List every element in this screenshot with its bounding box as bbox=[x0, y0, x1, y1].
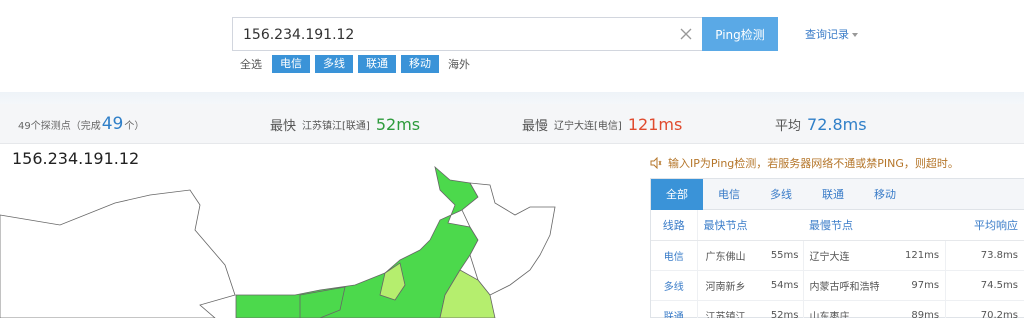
row-fast-node: 江苏镇江 bbox=[697, 300, 759, 318]
table-header-row: 线路 最快节点 最慢节点 平均响应 bbox=[651, 210, 1024, 241]
speaker-icon bbox=[650, 157, 662, 169]
header-average: 平均响应 bbox=[945, 210, 1024, 241]
probe-done-count: 49 bbox=[101, 114, 124, 134]
row-avg: 74.5ms bbox=[945, 270, 1024, 301]
notice-text: 输入IP为Ping检测，若服务器网络不通或禁PING，则超时。 bbox=[668, 157, 959, 170]
slowest-stat: 最慢 辽宁大连[电信] 121ms bbox=[522, 114, 683, 134]
history-dropdown[interactable]: 查询记录 bbox=[805, 26, 858, 42]
table-row[interactable]: 多线 河南新乡 54ms 内蒙古呼和浩特 97ms 74.5ms bbox=[651, 270, 1024, 301]
search-header: Ping检测 查询记录 全选 电信 多线 联通 移动 海外 bbox=[0, 0, 1024, 95]
row-slow-ms: 121ms bbox=[905, 240, 947, 271]
row-slow-ms: 89ms bbox=[905, 300, 947, 318]
line-filters: 全选 电信 多线 联通 移动 海外 bbox=[240, 55, 475, 73]
row-fast-ms: 52ms bbox=[759, 300, 804, 318]
tab-telecom[interactable]: 电信 bbox=[703, 179, 755, 210]
filter-overseas[interactable]: 海外 bbox=[448, 56, 470, 72]
header-fastest: 最快节点 bbox=[697, 210, 803, 241]
average-stat: 平均 72.8ms bbox=[775, 114, 867, 134]
chevron-down-icon bbox=[852, 33, 858, 37]
row-slow-node: 山东枣庄 bbox=[803, 300, 905, 318]
map-region-inner-mongolia bbox=[235, 165, 479, 318]
fastest-stat: 最快 江苏镇江[联通] 52ms bbox=[270, 114, 421, 134]
table-row[interactable]: 联通 江苏镇江 52ms 山东枣庄 89ms 70.2ms bbox=[651, 300, 1024, 318]
tab-unicom[interactable]: 联通 bbox=[807, 179, 859, 210]
ip-input[interactable] bbox=[243, 24, 663, 46]
row-fast-node: 河南新乡 bbox=[697, 270, 759, 301]
china-map bbox=[0, 165, 556, 318]
results-table: 线路 最快节点 最慢节点 平均响应 电信 广东佛山 55ms 辽宁大连 121m… bbox=[651, 210, 1024, 318]
row-fast-ms: 54ms bbox=[759, 270, 804, 301]
row-slow-ms: 97ms bbox=[905, 270, 947, 301]
table-row[interactable]: 电信 广东佛山 55ms 辽宁大连 121ms 73.8ms bbox=[651, 240, 1024, 271]
row-line: 联通 bbox=[651, 300, 698, 318]
probe-count: 49个探测点（完成 49 个） bbox=[18, 114, 145, 134]
slowest-value: 121ms bbox=[627, 114, 683, 134]
row-fast-node: 广东佛山 bbox=[697, 240, 759, 271]
row-line: 电信 bbox=[651, 240, 698, 271]
stats-bar: 49个探测点（完成 49 个） 最快 江苏镇江[联通] 52ms 最慢 辽宁大连… bbox=[0, 104, 1024, 144]
row-line: 多线 bbox=[651, 270, 698, 301]
search-box bbox=[232, 17, 702, 51]
ping-button[interactable]: Ping检测 bbox=[702, 17, 778, 51]
row-slow-node: 辽宁大连 bbox=[803, 240, 905, 271]
row-slow-node: 内蒙古呼和浩特 bbox=[803, 270, 905, 301]
filter-select-all[interactable]: 全选 bbox=[240, 56, 262, 72]
divider bbox=[0, 92, 1024, 104]
tab-multiline[interactable]: 多线 bbox=[755, 179, 807, 210]
results-panel: 全部 电信 多线 联通 移动 线路 最快节点 最慢节点 平均响应 电信 广东佛山… bbox=[650, 178, 1024, 318]
filter-unicom[interactable]: 联通 bbox=[358, 55, 396, 73]
notice: 输入IP为Ping检测，若服务器网络不通或禁PING，则超时。 bbox=[650, 155, 959, 171]
row-avg: 70.2ms bbox=[945, 300, 1024, 318]
filter-multiline[interactable]: 多线 bbox=[315, 55, 353, 73]
tab-all[interactable]: 全部 bbox=[651, 179, 703, 210]
average-value: 72.8ms bbox=[807, 114, 867, 134]
header-line: 线路 bbox=[651, 210, 698, 241]
filter-mobile[interactable]: 移动 bbox=[401, 55, 439, 73]
tab-mobile[interactable]: 移动 bbox=[859, 179, 911, 210]
map-region-west bbox=[0, 189, 236, 318]
header-slowest: 最慢节点 bbox=[803, 210, 946, 241]
filter-telecom[interactable]: 电信 bbox=[272, 55, 310, 73]
line-tabs: 全部 电信 多线 联通 移动 bbox=[651, 179, 1024, 210]
row-avg: 73.8ms bbox=[945, 240, 1024, 271]
fastest-value: 52ms bbox=[375, 114, 421, 134]
row-fast-ms: 55ms bbox=[759, 240, 804, 271]
ping-map: 156.234.191.12 bbox=[0, 145, 640, 318]
clear-icon[interactable] bbox=[677, 25, 695, 43]
map-title: 156.234.191.12 bbox=[12, 149, 140, 168]
history-label: 查询记录 bbox=[805, 28, 849, 41]
